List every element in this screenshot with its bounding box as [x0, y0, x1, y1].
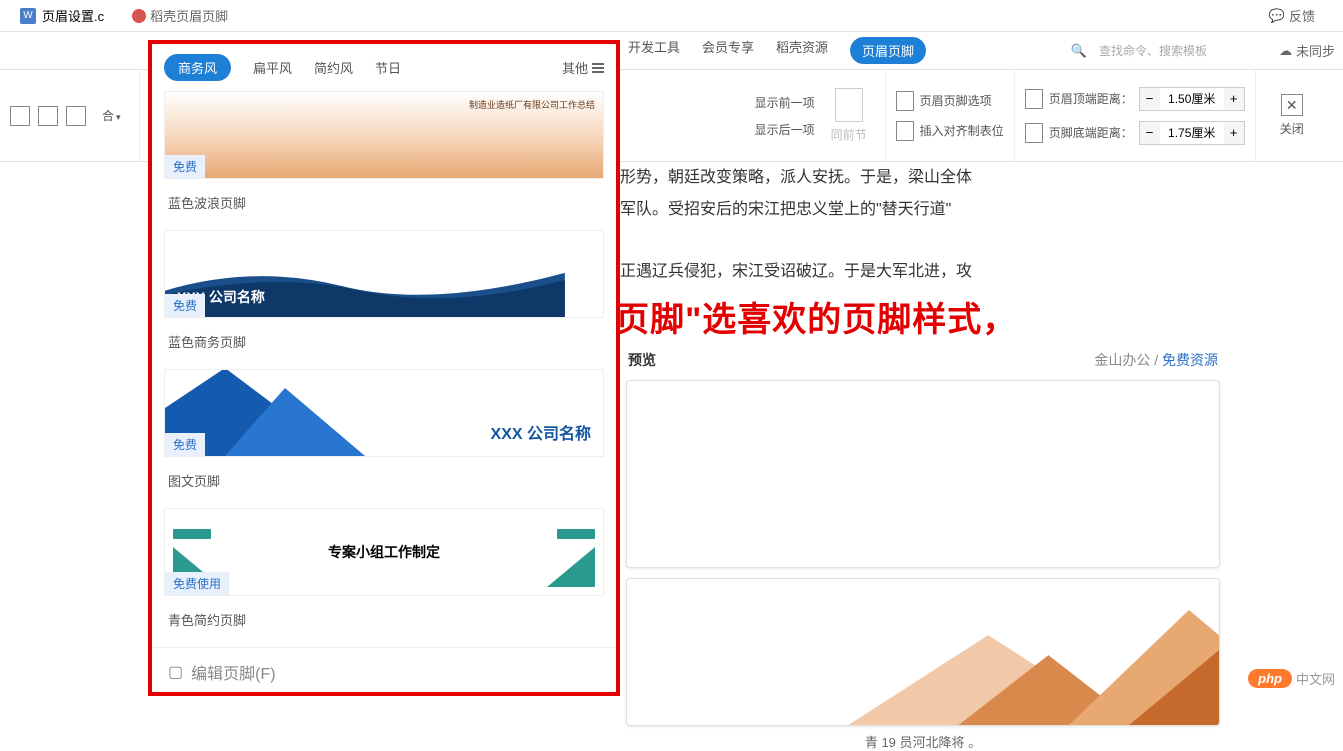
- header-distance-icon: [1025, 89, 1043, 109]
- sync-label: 未同步: [1296, 41, 1335, 60]
- category-tab-holiday[interactable]: 节日: [375, 58, 401, 77]
- category-tab-flat[interactable]: 扁平风: [253, 58, 292, 77]
- tab-position-label: 插入对齐制表位: [920, 122, 1004, 139]
- category-tab-other[interactable]: 其他: [562, 58, 604, 77]
- template-item-2[interactable]: XXX 公司名称 免费 蓝色商务页脚: [152, 230, 616, 369]
- doc-line-3: 正遇辽兵侵犯，宋江受诏破辽。于是大军北进，攻: [620, 256, 1343, 288]
- header-distance-input[interactable]: [1160, 88, 1224, 110]
- hf-options-icon: [896, 91, 914, 111]
- template-item-3[interactable]: XXX 公司名称 免费 图文页脚: [152, 369, 616, 508]
- ribbon-tab-header-footer[interactable]: 页眉页脚: [850, 37, 926, 64]
- edit-footer-option[interactable]: ▢ 编辑页脚(F): [152, 647, 616, 696]
- close-label: 关闭: [1280, 120, 1304, 137]
- close-icon: ✕: [1281, 94, 1303, 116]
- title-bar: W 页眉设置.c 稻壳页眉页脚 💬 反馈: [0, 0, 1343, 32]
- search-icon[interactable]: 🔍: [1071, 43, 1087, 59]
- document-name: 页眉设置.c: [42, 6, 104, 25]
- footer-distance-minus[interactable]: −: [1140, 122, 1160, 144]
- template-4-center: 专案小组工作制定: [328, 542, 440, 562]
- edit-icon: ▢: [168, 662, 183, 682]
- template-preview-3: XXX 公司名称 免费: [164, 369, 604, 457]
- orange-mountains-icon: [627, 605, 1219, 725]
- template-preview-panel: 预览 金山办公 / 免费资源 青 19 员河北降将 。: [626, 344, 1220, 751]
- template-preview-2: XXX 公司名称 免费: [164, 230, 604, 318]
- show-next-label: 显示后一项: [755, 121, 815, 138]
- template-item-1[interactable]: 制造业造纸厂有限公司工作总结 免费 蓝色波浪页脚: [152, 91, 616, 230]
- same-prev-section-button[interactable]: 同前节: [823, 84, 875, 147]
- toolbar-icon-1[interactable]: [10, 106, 30, 126]
- header-distance-label: 页眉顶端距离：: [1049, 90, 1133, 107]
- toolbar-icon-3[interactable]: [66, 106, 86, 126]
- footer-distance-stepper[interactable]: − +: [1139, 121, 1245, 145]
- show-next-button[interactable]: 显示后一项: [755, 121, 815, 138]
- header-distance-stepper[interactable]: − +: [1139, 87, 1245, 111]
- preview-free-link[interactable]: 免费资源: [1162, 352, 1218, 368]
- show-prev-label: 显示前一项: [755, 94, 815, 111]
- doc-line-2: 军队。受招安后的宋江把忠义堂上的"替天行道": [620, 194, 1343, 226]
- preview-source: 金山办公 / 免费资源: [1094, 350, 1218, 370]
- docer-icon: [132, 9, 146, 23]
- search-placeholder[interactable]: 查找命令、搜索模板: [1099, 42, 1207, 59]
- footer-distance-plus[interactable]: +: [1224, 122, 1244, 144]
- footer-distance-label: 页脚底端距离：: [1049, 124, 1133, 141]
- feedback-label: 反馈: [1289, 6, 1315, 25]
- feedback-button[interactable]: 💬 反馈: [1269, 6, 1315, 25]
- hf-options-button[interactable]: 页眉页脚选项: [896, 91, 1004, 111]
- doc-line-1: 形势，朝廷改变策略，派人安抚。于是，梁山全体: [620, 162, 1343, 194]
- category-tab-business[interactable]: 商务风: [164, 54, 231, 81]
- template-1-name: 蓝色波浪页脚: [164, 179, 604, 230]
- header-distance-plus[interactable]: +: [1224, 88, 1244, 110]
- show-prev-button[interactable]: 显示前一项: [755, 94, 815, 111]
- combine-label: 合: [102, 107, 121, 124]
- php-cn-text: 中文网: [1296, 669, 1335, 688]
- tab-position-button[interactable]: 插入对齐制表位: [896, 121, 1004, 141]
- teal-right-icon: [547, 517, 595, 587]
- preview-title: 预览: [628, 350, 656, 370]
- php-pill: php: [1248, 669, 1292, 688]
- sync-status[interactable]: ☁ 未同步: [1279, 41, 1335, 60]
- tab-position-icon: [896, 121, 914, 141]
- hf-options-label: 页眉页脚选项: [920, 92, 992, 109]
- template-3-name: 图文页脚: [164, 457, 604, 508]
- footer-distance-icon: [1025, 123, 1043, 143]
- template-preview-4: 专案小组工作制定 免费使用: [164, 508, 604, 596]
- preview-slide-2[interactable]: [626, 578, 1220, 726]
- document-tab[interactable]: W 页眉设置.c: [8, 6, 116, 25]
- header-distance-minus[interactable]: −: [1140, 88, 1160, 110]
- combine-button[interactable]: 合: [94, 103, 129, 128]
- free-badge: 免费: [165, 433, 205, 456]
- wps-logo-icon: W: [20, 8, 36, 24]
- same-prev-icon: [835, 88, 863, 122]
- docer-tab-label: 稻壳页眉页脚: [150, 6, 228, 25]
- preview-caption: 青 19 员河北降将 。: [626, 732, 1220, 751]
- template-4-name: 青色简约页脚: [164, 596, 604, 647]
- free-use-badge: 免费使用: [165, 572, 229, 595]
- template-item-4[interactable]: 专案小组工作制定 免费使用 青色简约页脚: [152, 508, 616, 647]
- free-badge: 免费: [165, 155, 205, 178]
- other-label: 其他: [562, 58, 588, 77]
- ribbon-tab-docer[interactable]: 稻壳资源: [776, 37, 828, 64]
- template-preview-1: 制造业造纸厂有限公司工作总结 免费: [164, 91, 604, 179]
- close-button[interactable]: ✕ 关闭: [1266, 94, 1318, 137]
- ribbon-tab-member[interactable]: 会员专享: [702, 37, 754, 64]
- footer-distance-input[interactable]: [1160, 122, 1224, 144]
- edit-footer-label: 编辑页脚(F): [191, 660, 275, 684]
- category-tab-simple[interactable]: 简约风: [314, 58, 353, 77]
- watermark: php 中文网: [1248, 669, 1335, 688]
- docer-tab[interactable]: 稻壳页眉页脚: [132, 6, 228, 25]
- chat-icon: 💬: [1269, 8, 1285, 24]
- footer-templates-dropdown: 商务风 扁平风 简约风 节日 其他 制造业造纸厂有限公司工作总结 免费 蓝色波浪…: [148, 40, 620, 696]
- hamburger-icon: [592, 63, 604, 73]
- template-1-caption: 制造业造纸厂有限公司工作总结: [469, 98, 595, 111]
- same-prev-label: 同前节: [831, 126, 867, 143]
- preview-source-text: 金山办公 /: [1094, 352, 1162, 368]
- preview-slide-1[interactable]: [626, 380, 1220, 568]
- template-3-company: XXX 公司名称: [491, 420, 591, 444]
- template-category-tabs: 商务风 扁平风 简约风 节日 其他: [152, 44, 616, 91]
- free-badge: 免费: [165, 294, 205, 317]
- toolbar-icon-2[interactable]: [38, 106, 58, 126]
- cloud-icon: ☁: [1279, 43, 1292, 59]
- template-2-name: 蓝色商务页脚: [164, 318, 604, 369]
- ribbon-tab-devtools[interactable]: 开发工具: [628, 37, 680, 64]
